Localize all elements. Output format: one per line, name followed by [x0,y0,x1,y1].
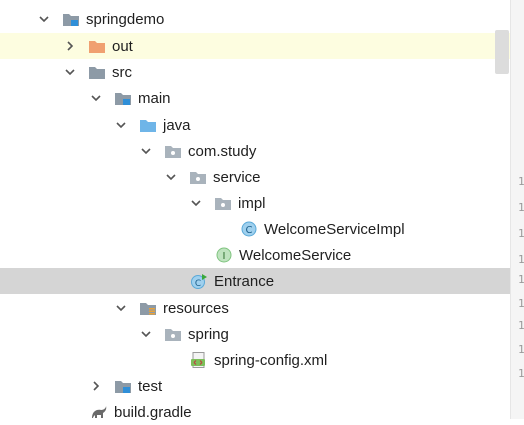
tree-item-spring-config-xml[interactable]: spring-config.xml [0,347,510,373]
line-number: 1 [518,343,524,356]
tree-item-label: WelcomeService [239,246,352,264]
tree-item-entrance[interactable]: C Entrance [0,268,510,294]
tree-item-label: WelcomeServiceImpl [264,220,405,238]
chevron-down-icon[interactable] [115,302,127,314]
runnable-icon-letter: C [195,279,201,289]
tree-item-label: resources [163,299,229,317]
module-folder-icon [114,90,132,106]
tree-item-label: springdemo [86,10,165,28]
tree-item-label: com.study [188,142,257,160]
line-number: 1 [518,175,524,188]
tree-item-label: build.gradle [114,403,192,421]
package-icon [189,169,207,185]
chevron-down-icon[interactable] [190,197,202,209]
tree-item-label: test [138,377,163,395]
tree-item-label: spring-config.xml [214,351,328,369]
tree-item-label: impl [238,194,266,212]
gradle-icon [90,404,108,420]
tree-item-com-study[interactable]: com.study [0,138,510,164]
tree-item-label: main [138,89,171,107]
tree-item-welcomeservice[interactable]: I WelcomeService [0,242,510,268]
class-icon-letter: C [246,225,253,236]
runnable-class-icon: C [190,273,208,289]
chevron-down-icon[interactable] [140,328,152,340]
chevron-right-icon[interactable] [90,380,102,392]
xml-file-icon [190,352,208,368]
chevron-down-icon[interactable] [140,145,152,157]
package-icon [164,326,182,342]
line-number: 1 [518,227,524,240]
tree-item-label: spring [188,325,229,343]
tree-item-label: src [112,63,132,81]
tree-item-impl[interactable]: impl [0,190,510,216]
tree-item-java[interactable]: java [0,112,510,138]
tree-item-spring[interactable]: spring [0,321,510,347]
chevron-down-icon[interactable] [90,92,102,104]
folder-icon [88,64,106,80]
line-number: 1 [518,319,524,332]
editor-gutter: 1 1 1 1 1 1 1 1 1 [510,0,524,419]
line-number: 1 [518,201,524,214]
line-number: 1 [518,273,524,286]
tree-item-main[interactable]: main [0,85,510,111]
tree-item-build-gradle[interactable]: build.gradle [0,399,510,425]
tree-item-label: java [163,116,191,134]
class-icon: C [240,221,258,237]
chevron-down-icon[interactable] [64,66,76,78]
tree-item-test[interactable]: test [0,373,510,399]
module-folder-icon [114,378,132,394]
scrollbar-thumb[interactable] [495,30,509,74]
tree-item-welcomeserviceimpl[interactable]: C WelcomeServiceImpl [0,216,510,242]
project-tree: springdemo out src main java com.study s… [0,0,510,421]
tree-item-service[interactable]: service [0,164,510,190]
resources-folder-icon [139,300,157,316]
chevron-right-icon[interactable] [64,40,76,52]
line-number: 1 [518,297,524,310]
chevron-down-icon[interactable] [38,13,50,25]
tree-item-label: service [213,168,261,186]
line-number: 1 [518,367,524,380]
package-icon [164,143,182,159]
tree-item-out[interactable]: out [0,33,510,59]
source-folder-icon [139,117,157,133]
line-number: 1 [518,253,524,266]
module-folder-icon [62,11,80,27]
orange-folder-icon [88,38,106,54]
chevron-down-icon[interactable] [165,171,177,183]
tree-item-src[interactable]: src [0,59,510,85]
chevron-down-icon[interactable] [115,119,127,131]
interface-icon-letter: I [223,251,226,262]
tree-item-label: Entrance [214,272,275,290]
interface-icon: I [215,247,233,263]
package-icon [214,195,232,211]
tree-item-springdemo[interactable]: springdemo [0,6,510,32]
tree-item-label: out [112,37,133,55]
tree-item-resources[interactable]: resources [0,295,510,321]
